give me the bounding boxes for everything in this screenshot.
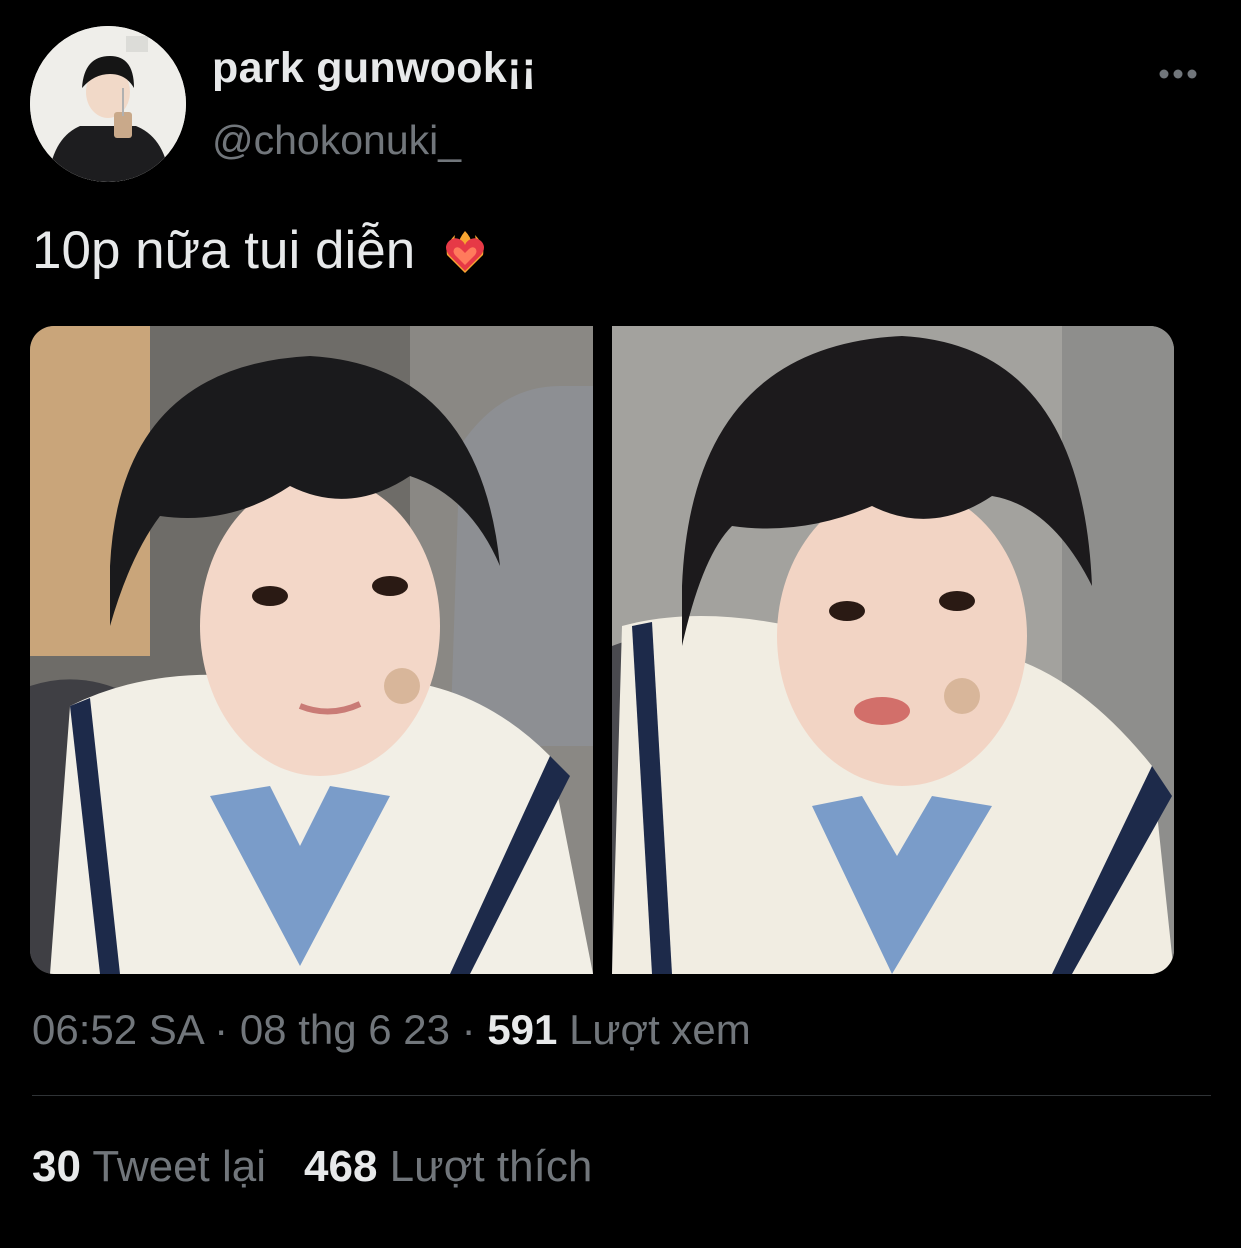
- tweet-meta: 06:52 SA · 08 thg 6 23 · 591 Lượt xem: [32, 1006, 751, 1054]
- user-handle[interactable]: @chokonuki_: [212, 117, 461, 164]
- more-options-icon[interactable]: [1154, 58, 1202, 90]
- tweet-time[interactable]: 06:52 SA: [32, 1006, 202, 1053]
- retweets-stat[interactable]: 30 Tweet lại: [32, 1142, 266, 1192]
- user-avatar[interactable]: [30, 26, 186, 182]
- retweets-count: 30: [32, 1142, 81, 1191]
- tweet-date[interactable]: 08 thg 6 23: [240, 1006, 450, 1053]
- tweet-photo-1[interactable]: [30, 326, 593, 974]
- meta-separator: ·: [450, 1006, 488, 1053]
- tweet-text-content: 10p nữa tui diễn: [32, 221, 416, 280]
- display-name[interactable]: park gunwook¡¡: [212, 44, 536, 93]
- views-label[interactable]: Lượt xem: [557, 1006, 751, 1053]
- tweet-stats: 30 Tweet lại 468 Lượt thích: [32, 1142, 592, 1192]
- meta-separator: ·: [202, 1006, 240, 1053]
- tweet-detail: park gunwook¡¡ @chokonuki_ 10p nữa tui d…: [0, 0, 1241, 1248]
- tweet-text: 10p nữa tui diễn: [32, 220, 491, 281]
- divider: [32, 1095, 1211, 1096]
- heart-on-fire-icon: [439, 225, 491, 277]
- views-count[interactable]: 591: [487, 1006, 557, 1053]
- likes-label: Lượt thích: [377, 1142, 593, 1191]
- likes-stat[interactable]: 468 Lượt thích: [304, 1142, 592, 1192]
- tweet-photo-2[interactable]: [612, 326, 1174, 974]
- likes-count: 468: [304, 1142, 378, 1191]
- retweets-label: Tweet lại: [80, 1142, 267, 1191]
